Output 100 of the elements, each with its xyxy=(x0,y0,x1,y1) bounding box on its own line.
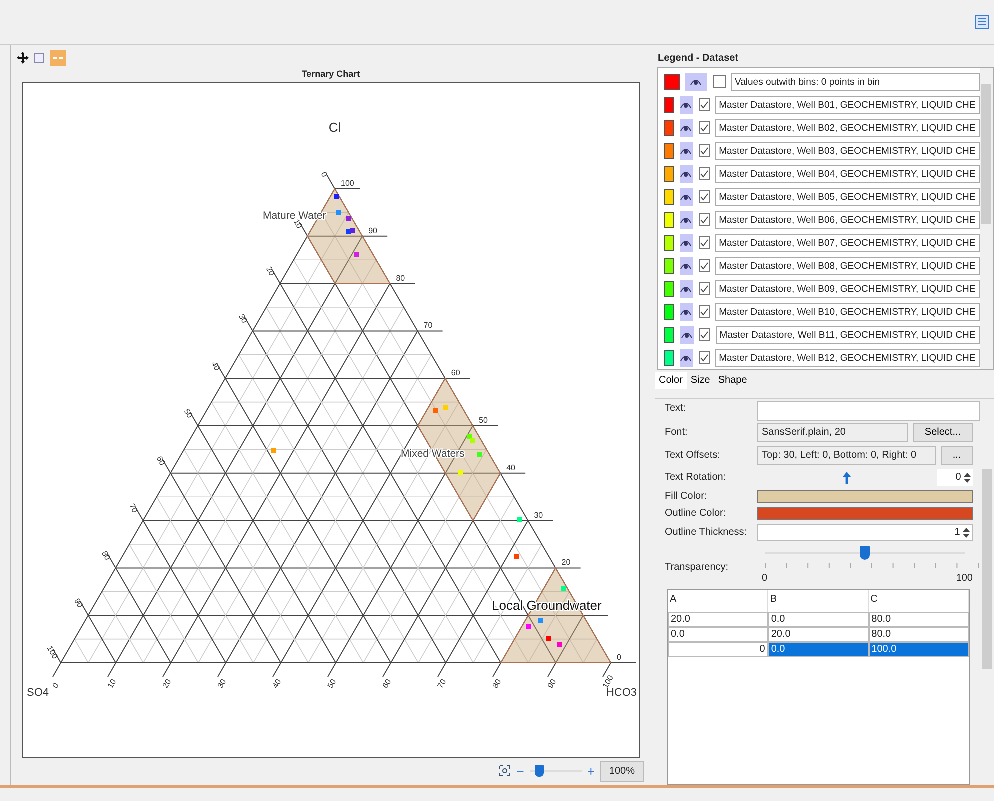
tab[interactable]: Color xyxy=(655,372,687,389)
cell-editor[interactable]: 0 xyxy=(668,642,768,657)
color-swatch[interactable] xyxy=(664,142,674,159)
visibility-button[interactable] xyxy=(680,96,694,114)
more-button[interactable]: ... xyxy=(941,446,973,465)
visibility-button[interactable] xyxy=(685,72,707,91)
color-swatch[interactable] xyxy=(664,166,674,182)
legend-label-field[interactable]: Master Datastore, Well B08, GEOCHEMISTRY, LIQUID CHE xyxy=(715,256,980,275)
checkbox[interactable] xyxy=(698,121,710,134)
column-header[interactable]: C xyxy=(868,590,969,612)
color-swatch[interactable] xyxy=(664,234,674,251)
zoom-slider[interactable] xyxy=(530,765,582,778)
slider-min-label: 0 xyxy=(762,572,768,586)
color-swatch[interactable] xyxy=(664,74,680,90)
axis-label: SO4 xyxy=(27,686,50,699)
tick-label: 60 xyxy=(154,454,168,467)
tick-label: 20 xyxy=(562,558,571,568)
select-button[interactable]: Select... xyxy=(913,423,973,442)
color-swatch[interactable] xyxy=(664,326,674,343)
tab[interactable]: Size xyxy=(686,372,714,389)
color-swatch[interactable] xyxy=(664,280,674,297)
zoom-out-button[interactable]: − xyxy=(516,762,524,782)
number-spinner[interactable]: 0 xyxy=(937,469,973,486)
column-header[interactable]: B xyxy=(768,590,869,612)
fill-color-swatch[interactable] xyxy=(757,490,973,503)
slider-thumb[interactable] xyxy=(534,765,544,778)
font-field: SansSerif.plain, 20 xyxy=(757,423,908,442)
tab[interactable]: Shape xyxy=(714,372,752,389)
eye-icon xyxy=(680,284,692,293)
legend-label-field[interactable]: Master Datastore, Well B11, GEOCHEMISTRY, LIQUID CHE xyxy=(716,326,980,344)
checkbox[interactable] xyxy=(698,144,710,158)
visibility-button[interactable] xyxy=(680,280,694,298)
checkbox[interactable] xyxy=(712,75,726,88)
tick-label: 30 xyxy=(237,312,250,325)
legend-label-field[interactable]: Master Datastore, Well B02, GEOCHEMISTRY, LIQUID CHE xyxy=(715,118,980,137)
visibility-button[interactable] xyxy=(680,326,694,344)
field-label: Fill Color: xyxy=(665,490,708,504)
eye-icon xyxy=(680,124,692,132)
text-input[interactable] xyxy=(757,401,980,421)
color-swatch[interactable] xyxy=(664,96,674,113)
visibility-button[interactable] xyxy=(680,256,694,275)
checkbox[interactable] xyxy=(698,236,710,250)
color-swatch[interactable] xyxy=(664,188,674,205)
zoom-level-button[interactable]: 100% xyxy=(600,760,644,782)
zoom-fit-icon[interactable] xyxy=(499,765,512,778)
table-cell: 100.0 xyxy=(868,642,969,657)
visibility-button[interactable] xyxy=(680,210,694,229)
tick-label: 10 xyxy=(292,218,304,230)
table-cell: 80.0 xyxy=(868,612,969,627)
field-label: Transparency: xyxy=(665,561,730,575)
legend-label-field[interactable]: Master Datastore, Well B06, GEOCHEMISTRY, LIQUID CHE xyxy=(715,210,980,229)
column-header[interactable]: A xyxy=(668,590,768,612)
checkbox[interactable] xyxy=(698,98,710,112)
checkbox[interactable] xyxy=(698,190,710,204)
color-swatch[interactable] xyxy=(664,258,674,274)
legend-label-field[interactable]: Master Datastore, Well B01, GEOCHEMISTRY, LIQUID CHE xyxy=(715,96,980,114)
checkbox[interactable] xyxy=(699,328,710,342)
visibility-button[interactable] xyxy=(680,302,694,321)
slider-thumb[interactable] xyxy=(860,546,870,560)
transparency-slider[interactable]: 0 100 xyxy=(757,545,973,585)
legend-label-field[interactable]: Master Datastore, Well B12, GEOCHEMISTRY, LIQUID CHE xyxy=(715,348,980,367)
field-label: Text Rotation: xyxy=(665,471,728,485)
number-spinner[interactable]: 1 xyxy=(757,524,973,541)
legend-label-field[interactable]: Master Datastore, Well B05, GEOCHEMISTRY, LIQUID CHE xyxy=(715,188,980,206)
tick-label: 90 xyxy=(546,678,558,690)
legend-label-field[interactable]: Master Datastore, Well B09, GEOCHEMISTRY, LIQUID CHE xyxy=(715,280,980,298)
color-swatch[interactable] xyxy=(664,120,674,136)
checkbox[interactable] xyxy=(698,351,710,364)
checkbox[interactable] xyxy=(698,167,710,180)
checkbox[interactable] xyxy=(698,305,710,318)
visibility-button[interactable] xyxy=(680,348,694,367)
outline-color-swatch[interactable] xyxy=(757,507,973,520)
vertical-scrollbar[interactable] xyxy=(980,68,993,369)
checkbox[interactable] xyxy=(698,213,710,226)
eye-icon xyxy=(680,262,692,270)
legend-label-field[interactable]: Master Datastore, Well B10, GEOCHEMISTRY, LIQUID CHE xyxy=(715,302,980,321)
eye-icon xyxy=(680,238,692,247)
visibility-button[interactable] xyxy=(680,142,694,160)
tick-label: 40 xyxy=(270,678,284,690)
legend-label-field[interactable]: Master Datastore, Well B04, GEOCHEMISTRY, LIQUID CHE xyxy=(715,164,980,183)
checkbox[interactable] xyxy=(698,282,710,296)
zoom-in-button[interactable]: + xyxy=(587,762,595,782)
axis-label: HCO3 xyxy=(606,686,637,699)
tick-label: 70 xyxy=(424,321,433,330)
legend-label-field[interactable]: Master Datastore, Well B07, GEOCHEMISTRY, LIQUID CHE xyxy=(715,234,980,252)
move-icon[interactable] xyxy=(16,52,28,64)
color-swatch[interactable] xyxy=(664,350,674,366)
checkbox[interactable] xyxy=(698,259,710,272)
color-swatch[interactable] xyxy=(664,304,674,320)
visibility-button[interactable] xyxy=(680,188,694,206)
table-icon[interactable] xyxy=(974,15,988,29)
tick-label: 80 xyxy=(396,274,406,283)
legend-label-field[interactable]: Values outwith bins: 0 points in bin xyxy=(731,72,980,91)
color-swatch[interactable] xyxy=(664,212,674,228)
visibility-button[interactable] xyxy=(680,118,694,137)
visibility-button[interactable] xyxy=(680,234,694,252)
legend-label-field[interactable]: Master Datastore, Well B03, GEOCHEMISTRY, LIQUID CHE xyxy=(715,142,980,160)
tick-label: 50 xyxy=(326,678,338,690)
visibility-button[interactable] xyxy=(680,164,694,183)
square-icon[interactable] xyxy=(34,52,44,63)
